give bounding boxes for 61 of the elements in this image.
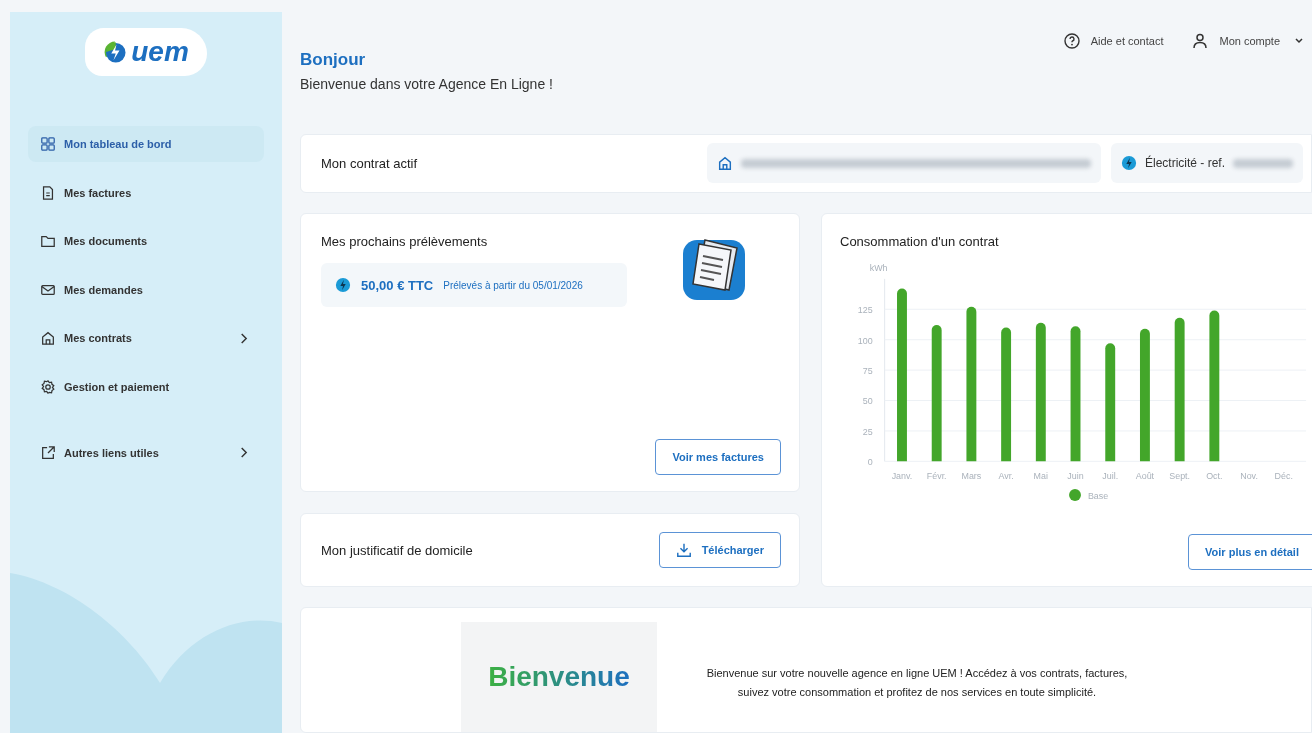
axis-unit-label: kWh xyxy=(869,262,888,273)
user-icon xyxy=(1191,32,1210,50)
help-link[interactable]: Aide et contact xyxy=(1062,32,1164,50)
grid-icon xyxy=(40,136,56,152)
folder-icon xyxy=(40,233,56,249)
house-icon xyxy=(717,155,733,172)
card-title: Mon contrat actif xyxy=(321,155,418,171)
x-tick-label: Nov. xyxy=(1240,471,1258,482)
card-title: Consommation d'un contrat xyxy=(840,234,1000,249)
chevron-down-icon xyxy=(1294,37,1304,45)
welcome-subtitle: Bienvenue dans votre Agence En Ligne ! xyxy=(300,76,553,92)
x-tick-label: Avr. xyxy=(998,471,1014,482)
external-link-icon xyxy=(40,444,56,461)
energy-reference: Électricité - ref. xyxy=(1145,156,1225,171)
sidebar-item[interactable]: Gestion et paiement xyxy=(28,368,264,405)
help-icon xyxy=(1062,32,1081,50)
lightning-icon xyxy=(335,277,351,293)
chevron-right-icon xyxy=(239,446,248,459)
card-title: Mon justificatif de domicile xyxy=(321,542,473,558)
sidebar-item[interactable]: Mes contrats xyxy=(28,320,264,356)
blurred-reference xyxy=(1233,158,1293,168)
download-button[interactable]: Télécharger xyxy=(658,532,781,568)
x-tick-label: Sept. xyxy=(1169,471,1191,482)
y-tick-label: 100 xyxy=(857,335,873,346)
sidebar-item[interactable]: Mes demandes xyxy=(28,271,264,308)
x-tick-label: Déc. xyxy=(1274,471,1293,482)
x-tick-label: Mai xyxy=(1033,471,1048,482)
sidebar-item[interactable]: Mes factures xyxy=(28,174,264,211)
x-tick-label: Août xyxy=(1135,471,1155,482)
y-tick-label: 125 xyxy=(857,305,873,316)
view-details-button[interactable]: Voir plus en détail xyxy=(1188,534,1312,570)
x-tick-label: Mars xyxy=(961,471,982,482)
account-menu[interactable]: Mon compte xyxy=(1191,32,1304,50)
welcome-banner: Bienvenue xyxy=(461,622,657,732)
sidebar-item[interactable]: Mon tableau de bord xyxy=(28,126,264,162)
document-icon xyxy=(40,184,56,201)
x-tick-label: Janv. xyxy=(891,471,913,482)
y-tick-label: 50 xyxy=(862,396,873,407)
view-invoices-button[interactable]: Voir mes factures xyxy=(655,439,781,475)
legend-label: Base xyxy=(1087,491,1109,502)
sidebar-item[interactable]: Autres liens utiles xyxy=(28,434,264,471)
settings-icon xyxy=(40,378,56,395)
debit-date: Prélevés à partir du 05/01/2026 xyxy=(443,279,583,291)
y-tick-label: 25 xyxy=(862,426,873,437)
lightning-icon xyxy=(1121,155,1137,172)
debit-amount: 50,00 € TTC xyxy=(361,277,434,293)
greeting-title: Bonjour xyxy=(300,50,367,70)
logo-badge[interactable]: uem xyxy=(85,28,207,76)
y-tick-label: 75 xyxy=(862,366,873,377)
y-tick-label: 0 xyxy=(867,457,873,468)
download-icon xyxy=(675,542,692,558)
x-tick-label: Juin xyxy=(1067,471,1084,482)
chevron-right-icon xyxy=(239,331,248,345)
x-tick-label: Oct. xyxy=(1206,471,1223,482)
x-tick-label: Févr. xyxy=(926,471,947,482)
x-tick-label: Juil. xyxy=(1102,471,1119,482)
lightning-logo-icon xyxy=(103,40,128,64)
house-icon xyxy=(40,330,56,346)
card-title: Mes prochains prélèvements xyxy=(321,234,489,249)
sidebar-item[interactable]: Mes documents xyxy=(28,223,264,259)
welcome-description: Bienvenue sur votre nouvelle agence en ligne UEM ! Accédez à vos contrats, factures, suivez votre consommation et profitez de nos services en toute simplicité. xyxy=(705,666,1129,700)
